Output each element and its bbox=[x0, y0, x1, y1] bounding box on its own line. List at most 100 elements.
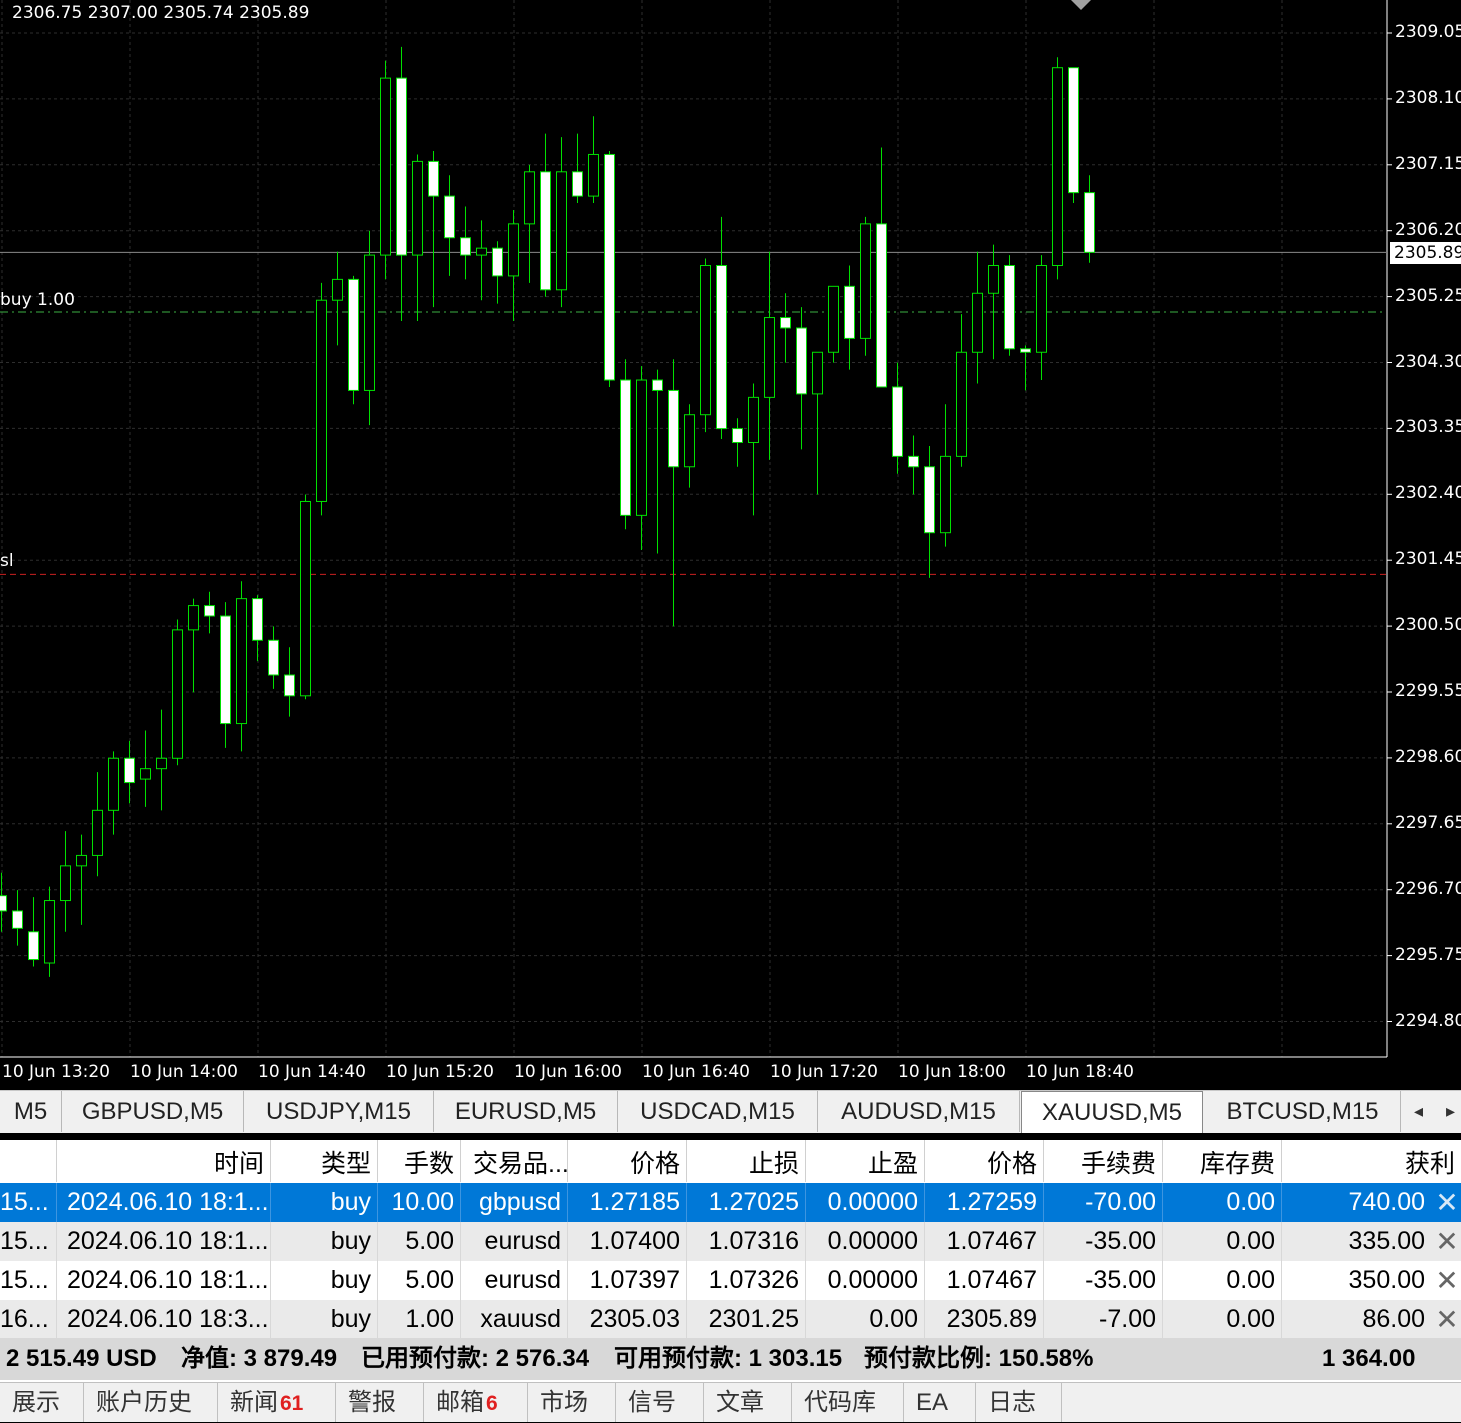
candle-bear bbox=[732, 428, 743, 443]
cell-current-price: 1.07467 bbox=[925, 1222, 1044, 1261]
price-chart[interactable]: 2306.75 2307.00 2305.74 2305.89 buy 1.00… bbox=[0, 0, 1461, 1090]
cell-type: buy bbox=[271, 1222, 378, 1261]
price-tick-label: 2294.80 bbox=[1395, 1010, 1461, 1031]
candle-bull bbox=[92, 809, 103, 856]
close-position-icon[interactable]: ✕ bbox=[1433, 1261, 1461, 1300]
price-tick-label: 2306.20 bbox=[1395, 219, 1461, 240]
btab-signals[interactable]: 信号 bbox=[616, 1383, 704, 1422]
candle-bull bbox=[972, 292, 983, 353]
candle-bull bbox=[364, 254, 375, 391]
candle-bull bbox=[188, 605, 199, 631]
hdr-take-profit[interactable]: 止盈 bbox=[806, 1140, 925, 1182]
cell-ticket: 15... bbox=[0, 1222, 57, 1261]
tab-usdjpy-m15[interactable]: USDJPY,M15 bbox=[244, 1091, 434, 1132]
btab-experts[interactable]: EA bbox=[904, 1383, 976, 1422]
candle-bull bbox=[556, 171, 567, 291]
cell-symbol: xauusd bbox=[461, 1300, 568, 1339]
hdr-ticket[interactable] bbox=[0, 1140, 57, 1182]
hdr-current-price[interactable]: 价格 bbox=[925, 1140, 1044, 1182]
btab-alerts[interactable]: 警报 bbox=[336, 1383, 424, 1422]
candle-bear bbox=[252, 598, 263, 641]
cell-open-price: 1.07397 bbox=[568, 1261, 687, 1300]
tabs-scroll-left-icon[interactable]: ◂ bbox=[1414, 1091, 1423, 1132]
btab-label: 账户历史 bbox=[96, 1389, 192, 1416]
candle-bear bbox=[892, 386, 903, 457]
hdr-profit[interactable]: 获利 bbox=[1282, 1140, 1461, 1182]
candle-bear bbox=[460, 237, 471, 256]
cell-ticket: 15... bbox=[0, 1183, 57, 1222]
candle-bull bbox=[860, 223, 871, 339]
close-position-icon[interactable]: ✕ bbox=[1433, 1183, 1461, 1222]
btab-exposure[interactable]: 展示 bbox=[0, 1383, 84, 1422]
hdr-volume[interactable]: 手数 bbox=[378, 1140, 461, 1182]
cell-symbol: eurusd bbox=[461, 1222, 568, 1261]
tab-audusd-m15[interactable]: AUDUSD,M15 bbox=[818, 1091, 1020, 1132]
hdr-commission[interactable]: 手续费 bbox=[1044, 1140, 1163, 1182]
chart-tabs-bar: M5 GBPUSD,M5 USDJPY,M15 EURUSD,M5 USDCAD… bbox=[0, 1090, 1461, 1133]
price-tick-label: 2302.40 bbox=[1395, 483, 1461, 504]
btab-journal[interactable]: 日志 bbox=[976, 1383, 1062, 1422]
btab-news[interactable]: 新闻61 bbox=[218, 1383, 336, 1422]
tab-m5[interactable]: M5 bbox=[0, 1091, 62, 1132]
margin-level-value: 预付款比例: 150.58% bbox=[864, 1345, 1094, 1372]
cell-open-price: 2305.03 bbox=[568, 1300, 687, 1339]
candle-bear bbox=[780, 317, 791, 329]
candle-bull bbox=[316, 299, 327, 502]
account-summary: 2 515.49 USD 净值: 3 879.49 已用预付款: 2 576.3… bbox=[0, 1338, 1461, 1380]
time-tick-label: 10 Jun 14:00 bbox=[130, 1062, 238, 1082]
candle-bear bbox=[492, 247, 503, 277]
mailbox-count-badge: 6 bbox=[486, 1392, 498, 1415]
candle-bear bbox=[604, 153, 615, 381]
candle-bear bbox=[1084, 192, 1095, 253]
candle-bull bbox=[508, 223, 519, 277]
price-tick-label: 2295.75 bbox=[1395, 944, 1461, 965]
btab-label: 文章 bbox=[716, 1389, 764, 1416]
cell-stop-loss: 2301.25 bbox=[687, 1300, 806, 1339]
btab-market[interactable]: 市场 bbox=[528, 1383, 616, 1422]
sl-line-label: sl bbox=[0, 551, 14, 571]
chart-canvas[interactable] bbox=[0, 0, 1461, 1090]
tab-btcusd-m15[interactable]: BTCUSD,M15 bbox=[1205, 1091, 1401, 1132]
tab-eurusd-m5[interactable]: EURUSD,M5 bbox=[434, 1091, 618, 1132]
btab-codebase[interactable]: 代码库 bbox=[792, 1383, 904, 1422]
candle-bear bbox=[1068, 67, 1079, 194]
hdr-time[interactable]: 时间 bbox=[57, 1140, 271, 1182]
hdr-type[interactable]: 类型 bbox=[271, 1140, 378, 1182]
candle-bear bbox=[924, 466, 935, 534]
cell-type: buy bbox=[271, 1261, 378, 1300]
close-position-icon[interactable]: ✕ bbox=[1433, 1300, 1461, 1339]
candle-bull bbox=[412, 160, 423, 256]
btab-account-history[interactable]: 账户历史 bbox=[84, 1383, 218, 1422]
cell-take-profit: 0.00000 bbox=[806, 1183, 925, 1222]
candle-bull bbox=[956, 351, 967, 457]
tab-xauusd-m5[interactable]: XAUUSD,M5 bbox=[1021, 1091, 1203, 1133]
btab-articles[interactable]: 文章 bbox=[704, 1383, 792, 1422]
hdr-open-price[interactable]: 价格 bbox=[568, 1140, 687, 1182]
cell-time: 2024.06.10 18:1... bbox=[57, 1183, 271, 1222]
candle-bull bbox=[140, 768, 151, 780]
tab-gbpusd-m5[interactable]: GBPUSD,M5 bbox=[62, 1091, 244, 1132]
hdr-symbol[interactable]: 交易品... bbox=[461, 1140, 568, 1182]
tabs-scroll-right-icon[interactable]: ▸ bbox=[1446, 1091, 1455, 1132]
time-tick-label: 10 Jun 13:20 bbox=[2, 1062, 110, 1082]
time-tick-label: 10 Jun 18:00 bbox=[898, 1062, 1006, 1082]
cell-open-price: 1.27185 bbox=[568, 1183, 687, 1222]
candle-bear bbox=[428, 160, 439, 197]
table-row[interactable]: 15... 2024.06.10 18:1... buy 5.00 eurusd 1.07… bbox=[0, 1261, 1461, 1300]
candle-bear bbox=[124, 757, 135, 784]
cell-stop-loss: 1.07326 bbox=[687, 1261, 806, 1300]
table-row[interactable]: 15... 2024.06.10 18:1... buy 5.00 eurusd 1.07… bbox=[0, 1222, 1461, 1261]
table-row[interactable]: 16... 2024.06.10 18:3... buy 1.00 xauusd 2305… bbox=[0, 1300, 1461, 1339]
cell-volume: 10.00 bbox=[378, 1183, 461, 1222]
close-position-icon[interactable]: ✕ bbox=[1433, 1222, 1461, 1261]
hdr-swap[interactable]: 库存费 bbox=[1163, 1140, 1282, 1182]
price-tick-label: 2304.30 bbox=[1395, 351, 1461, 372]
candle-bull bbox=[700, 265, 711, 416]
btab-label: 展示 bbox=[12, 1389, 60, 1416]
price-tick-label: 2308.10 bbox=[1395, 87, 1461, 108]
hdr-stop-loss[interactable]: 止损 bbox=[687, 1140, 806, 1182]
price-tick-label: 2296.70 bbox=[1395, 878, 1461, 899]
table-row[interactable]: 15... 2024.06.10 18:1... buy 10.00 gbpusd 1.2… bbox=[0, 1183, 1461, 1222]
btab-mailbox[interactable]: 邮箱6 bbox=[424, 1383, 528, 1422]
tab-usdcad-m15[interactable]: USDCAD,M15 bbox=[618, 1091, 818, 1132]
